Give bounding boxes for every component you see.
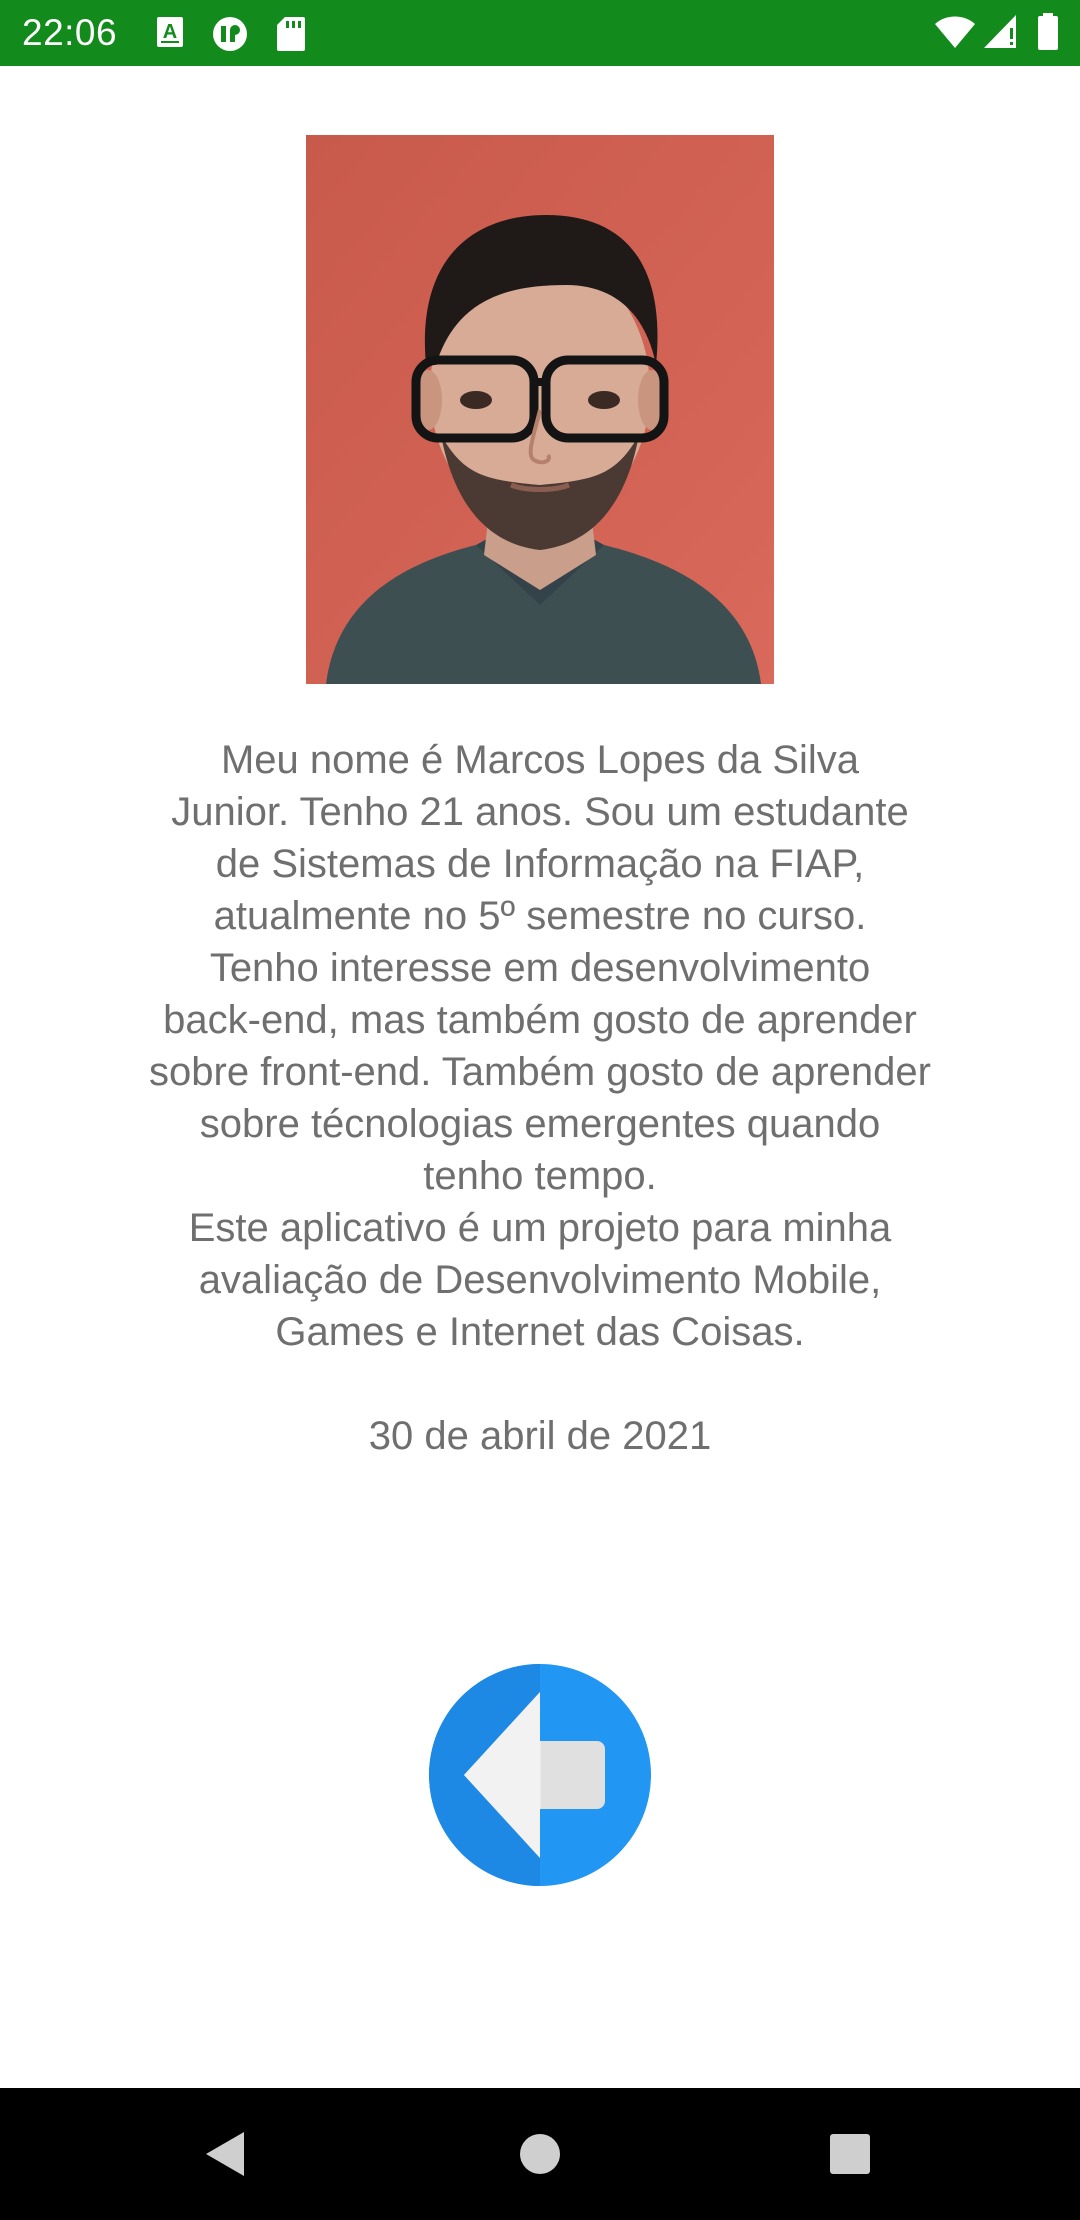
nav-recents-icon[interactable] <box>810 2114 890 2194</box>
wifi-icon <box>934 14 976 55</box>
keyboard-a-icon: A <box>156 16 184 55</box>
status-time: 22:06 <box>22 12 118 53</box>
about-screen: Meu nome é Marcos Lopes da Silva Junior.… <box>0 66 1080 2088</box>
sd-card-icon <box>276 16 306 57</box>
back-arrow-icon <box>429 1664 651 1886</box>
battery-icon <box>1037 13 1059 56</box>
cellular-signal-icon <box>983 14 1017 55</box>
navigation-bar <box>0 2088 1080 2220</box>
date-text: 30 de abril de 2021 <box>368 1414 712 1458</box>
nav-back-icon[interactable] <box>186 2114 266 2194</box>
status-bar: 22:06 A <box>0 0 1080 66</box>
svg-text:A: A <box>163 21 177 43</box>
app-notification-icon <box>211 16 249 57</box>
back-button[interactable] <box>429 1664 651 1886</box>
profile-photo <box>306 135 774 684</box>
nav-home-icon[interactable] <box>500 2114 580 2194</box>
about-text: Meu nome é Marcos Lopes da Silva Junior.… <box>149 738 931 1354</box>
